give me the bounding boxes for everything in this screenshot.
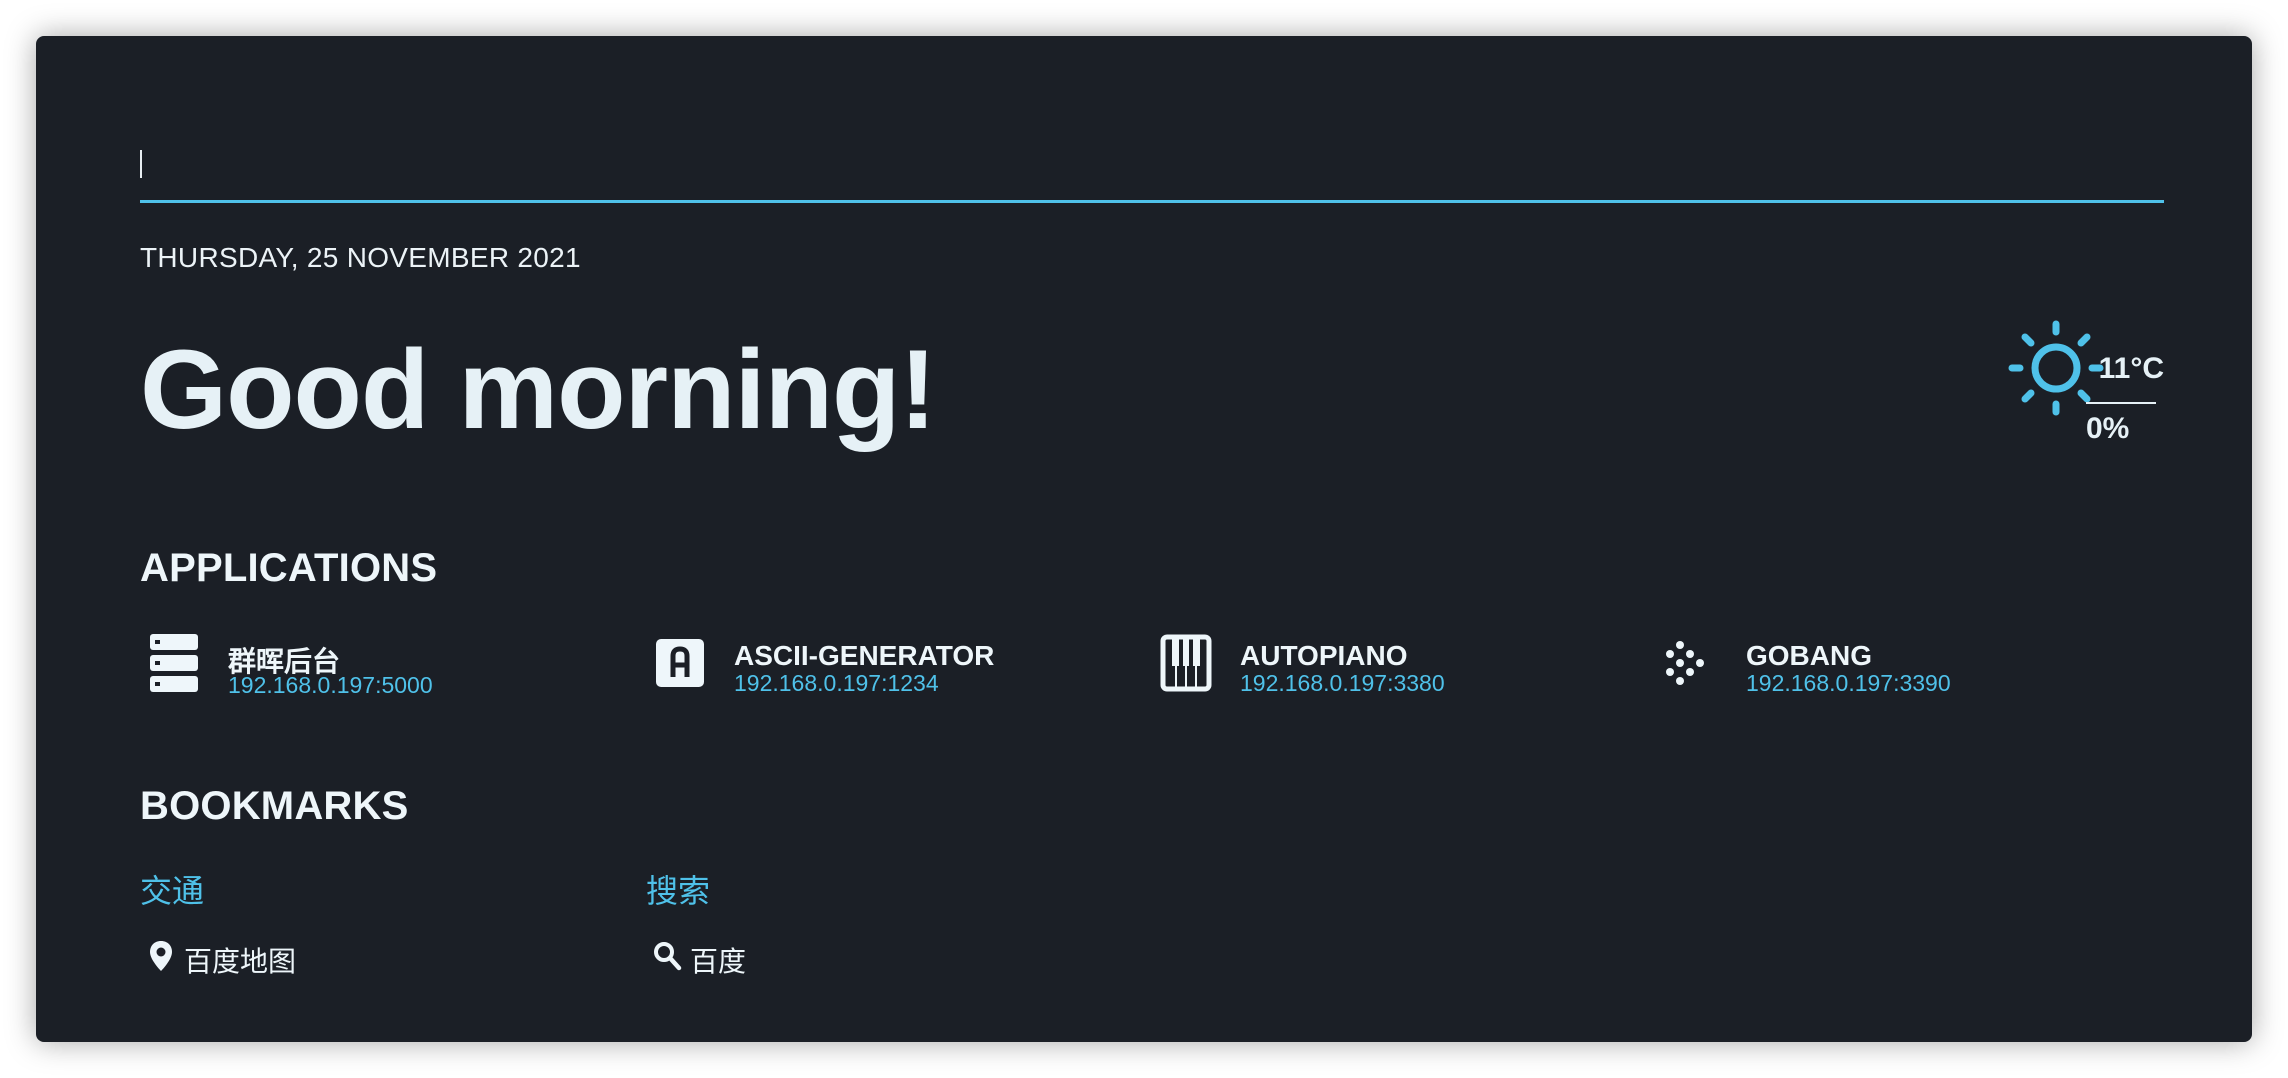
search-input[interactable]	[140, 116, 2164, 200]
magnify-icon	[654, 942, 682, 971]
app-name: GOBANG	[1746, 640, 1872, 671]
bookmarks-heading: BOOKMARKS	[140, 784, 409, 828]
app-name: ASCII-GENERATOR	[734, 640, 995, 671]
search-underline	[140, 200, 2164, 203]
letter-a-box-icon	[656, 639, 704, 687]
piano-icon	[1160, 634, 1212, 692]
weather-divider	[2086, 402, 2156, 404]
precipitation: 0%	[2086, 412, 2130, 445]
search-bar[interactable]	[140, 116, 2164, 204]
text-caret	[140, 150, 142, 178]
app-synology[interactable]: 群晖后台 192.168.0.197:5000	[140, 632, 620, 704]
sun-icon	[2008, 320, 2104, 416]
temperature: 11°C	[2098, 352, 2164, 385]
server-icon	[150, 634, 198, 692]
dots-grid-icon	[1666, 641, 1704, 685]
weather-widget: 11°C 0%	[2004, 312, 2164, 445]
bookmark-group-title: 搜索	[646, 873, 711, 909]
app-name: AUTOPIANO	[1240, 640, 1408, 671]
bookmark-group-title: 交通	[140, 873, 205, 909]
bookmark-link-label: 百度地图	[184, 946, 297, 977]
date-header: THURSDAY, 25 NOVEMBER 2021	[140, 242, 581, 273]
greeting-title: Good morning!	[140, 327, 937, 452]
main-content: THURSDAY, 25 NOVEMBER 2021 Good morning!…	[140, 36, 2164, 1042]
applications-heading: APPLICATIONS	[140, 546, 438, 590]
bookmark-link-baidu[interactable]: 百度	[646, 936, 946, 977]
app-url: 192.168.0.197:3390	[1746, 670, 1951, 696]
app-gobang[interactable]: GOBANG 192.168.0.197:3390	[1658, 632, 2138, 704]
app-ascii-generator[interactable]: ASCII-GENERATOR 192.168.0.197:1234	[646, 632, 1126, 704]
app-url: 192.168.0.197:3380	[1240, 670, 1445, 696]
bookmark-link-label: 百度	[690, 946, 747, 977]
start-page: THURSDAY, 25 NOVEMBER 2021 Good morning!…	[36, 36, 2252, 1042]
app-url: 192.168.0.197:5000	[228, 672, 433, 698]
app-autopiano[interactable]: AUTOPIANO 192.168.0.197:3380	[1152, 632, 1632, 704]
app-url: 192.168.0.197:1234	[734, 670, 939, 696]
map-marker-icon	[150, 941, 172, 971]
bookmark-link-baidu-map[interactable]: 百度地图	[140, 936, 440, 977]
